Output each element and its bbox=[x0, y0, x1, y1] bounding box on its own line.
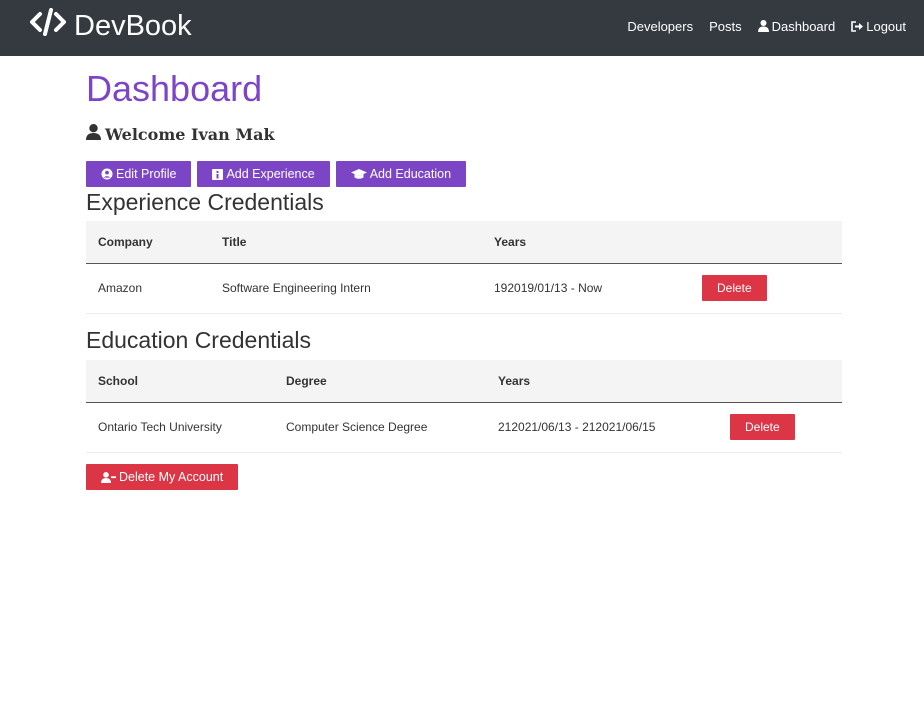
column-header: Title bbox=[210, 221, 482, 264]
years-cell: 212021/06/13 - 212021/06/15 bbox=[486, 402, 718, 453]
delete-experience-button[interactable]: Delete bbox=[702, 275, 767, 301]
delete-account-button[interactable]: Delete My Account bbox=[86, 464, 239, 490]
column-header bbox=[718, 360, 842, 403]
column-header: Company bbox=[86, 221, 210, 264]
user-circle-icon bbox=[101, 168, 113, 180]
action-cell: Delete bbox=[690, 263, 842, 314]
add-experience-label: Add Experience bbox=[226, 167, 315, 181]
column-header: Degree bbox=[274, 360, 486, 403]
education-header-row: School Degree Years bbox=[86, 360, 842, 403]
experience-table: Company Title Years Amazon Software Engi… bbox=[86, 221, 842, 314]
briefcase-icon bbox=[212, 168, 224, 180]
action-cell: Delete bbox=[718, 402, 842, 453]
nav-developers[interactable]: Developers bbox=[627, 19, 693, 34]
sign-out-icon bbox=[851, 20, 864, 32]
edit-profile-label: Edit Profile bbox=[116, 167, 177, 181]
table-row: Ontario Tech University Computer Science… bbox=[86, 402, 842, 453]
degree-cell: Computer Science Degree bbox=[274, 402, 486, 453]
dashboard-actions: Edit Profile Add Experience Add Educatio… bbox=[86, 161, 467, 187]
user-minus-icon bbox=[101, 471, 116, 483]
title-cell: Software Engineering Intern bbox=[210, 263, 482, 314]
company-cell: Amazon bbox=[86, 263, 210, 314]
column-header: Years bbox=[482, 221, 690, 264]
nav-logout[interactable]: Logout bbox=[851, 19, 906, 34]
add-experience-button[interactable]: Add Experience bbox=[197, 161, 330, 187]
add-education-label: Add Education bbox=[369, 167, 452, 181]
years-cell: 192019/01/13 - Now bbox=[482, 263, 690, 314]
education-table: School Degree Years Ontario Tech Univers… bbox=[86, 360, 842, 453]
user-icon bbox=[86, 124, 105, 144]
code-icon bbox=[30, 8, 74, 44]
column-header: School bbox=[86, 360, 274, 403]
nav-links: Developers Posts Dashboard Logout bbox=[627, 0, 906, 52]
column-header: Years bbox=[486, 360, 718, 403]
edit-profile-button[interactable]: Edit Profile bbox=[86, 161, 192, 187]
nav-dashboard-label: Dashboard bbox=[771, 18, 836, 34]
school-cell: Ontario Tech University bbox=[86, 402, 274, 453]
experience-header-row: Company Title Years bbox=[86, 221, 842, 264]
brand-link[interactable]: DevBook bbox=[30, 6, 192, 46]
column-header bbox=[690, 221, 842, 264]
table-row: Amazon Software Engineering Intern 19201… bbox=[86, 263, 842, 314]
navbar: DevBook Developers Posts Dashboard Logou… bbox=[0, 0, 924, 56]
welcome-message: Welcome Ivan Mak bbox=[86, 124, 275, 144]
welcome-text: Welcome Ivan Mak bbox=[105, 124, 275, 144]
delete-account-label: Delete My Account bbox=[119, 470, 224, 484]
brand-name: DevBook bbox=[74, 9, 192, 42]
nav-posts[interactable]: Posts bbox=[709, 19, 742, 34]
user-icon bbox=[757, 20, 769, 32]
nav-logout-label: Logout bbox=[866, 18, 906, 34]
add-education-button[interactable]: Add Education bbox=[335, 161, 467, 187]
experience-heading: Experience Credentials bbox=[86, 189, 324, 215]
nav-developers-label: Developers bbox=[627, 18, 694, 34]
graduation-cap-icon bbox=[350, 168, 367, 180]
education-heading: Education Credentials bbox=[86, 327, 312, 353]
nav-posts-label: Posts bbox=[709, 18, 742, 34]
delete-education-button[interactable]: Delete bbox=[730, 414, 795, 440]
page-title: Dashboard bbox=[86, 68, 263, 109]
nav-dashboard[interactable]: Dashboard bbox=[757, 18, 836, 34]
